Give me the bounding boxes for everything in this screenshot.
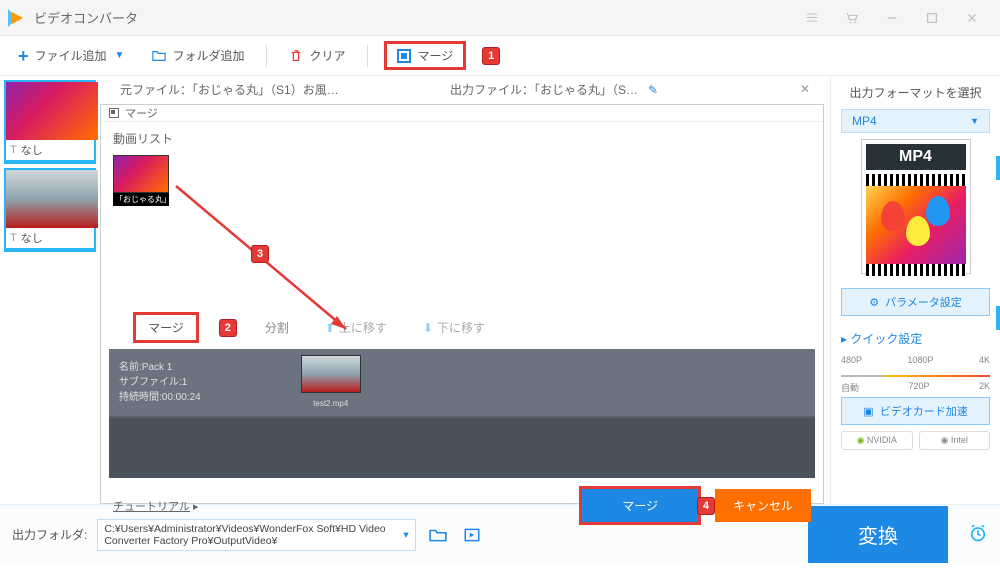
move-down-button[interactable]: ⬇下に移す: [415, 316, 493, 339]
add-folder-button[interactable]: フォルダ追加: [146, 43, 250, 68]
app-title: ビデオコンバータ: [34, 8, 138, 27]
annotation-badge-2: 2: [219, 319, 237, 337]
side-tab-indicator: [996, 156, 1000, 180]
format-dropdown[interactable]: MP4 ▼: [841, 109, 990, 133]
close-icon[interactable]: [952, 0, 992, 36]
video-name: 「おじゃる丸」: [113, 193, 169, 206]
down-icon: ⬇: [423, 321, 433, 335]
output-panel: 出力フォーマットを選択 MP4 ▼ MP4 ⚙ パラメータ設定 クイック設定 4…: [830, 76, 1000, 504]
pack-thumb-name: test2.mp4: [301, 398, 361, 410]
thumbnail-image: [113, 155, 169, 193]
clear-label: クリア: [309, 47, 345, 64]
add-file-label: ファイル追加: [35, 47, 107, 64]
thumbnail-image: [6, 82, 98, 140]
edit-icon[interactable]: ✎: [641, 83, 658, 97]
pack-thumb-item[interactable]: test2.mp4: [301, 355, 361, 410]
annotation-badge-4: 4: [697, 497, 715, 515]
add-file-button[interactable]: + ファイル追加 ▼: [12, 43, 130, 69]
pack-merge-label: マージ: [148, 319, 184, 336]
side-tab-indicator: [996, 306, 1000, 330]
pack-drop-zone[interactable]: [109, 418, 815, 478]
tutorial-link[interactable]: チュートリアル: [113, 498, 198, 514]
output-folder-label: 出力フォルダ:: [12, 526, 87, 543]
main-toolbar: + ファイル追加 ▼ フォルダ追加 クリア マージ 1: [0, 36, 1000, 76]
gpu-accel-button[interactable]: ▣ ビデオカード加速: [841, 397, 990, 425]
chip-icon: ▣: [863, 405, 873, 418]
film-strip-icon: [866, 264, 966, 276]
maximize-icon[interactable]: [912, 0, 952, 36]
merge-button[interactable]: マージ: [384, 41, 466, 70]
move-up-button[interactable]: ⬆上に移す: [317, 316, 395, 339]
gpu-nvidia-badge: ◉ NVIDIA: [841, 431, 913, 450]
file-info-header: 元ファイル：「おじゃる丸」（S1）お風… 出力ファイル：「おじゃる丸」（S… ✎…: [100, 76, 830, 102]
format-name: MP4: [852, 114, 877, 128]
pack-name: 名前:Pack 1: [119, 360, 201, 375]
quick-settings-heading: クイック設定: [841, 330, 990, 347]
pack-subfile: サブファイル:1: [119, 375, 201, 390]
dialog-icon: [109, 108, 119, 118]
close-icon[interactable]: ✕: [800, 82, 810, 96]
format-badge: MP4: [866, 144, 966, 170]
annotation-badge-3: 3: [251, 245, 269, 263]
quick-settings-section: クイック設定 480P 1080P 4K 自動 720P 2K: [841, 330, 990, 387]
menu-icon[interactable]: [792, 0, 832, 36]
video-list-heading: 動画リスト: [101, 122, 823, 155]
pack-toolbar: マージ 2 分割 ⬆上に移す ⬇下に移す: [101, 306, 823, 349]
subtitle-status: なし: [21, 230, 43, 246]
toolbar-divider: [367, 45, 368, 67]
subtitle-icon: T: [10, 232, 17, 244]
preview-image: [866, 186, 966, 264]
chevron-down-icon: ▼: [115, 50, 125, 61]
folder-icon: [152, 49, 166, 63]
film-strip-icon: [866, 174, 966, 186]
source-thumbnail-list: T なし T なし: [0, 76, 100, 504]
sliders-icon: ⚙: [869, 296, 879, 309]
pack-area: 名前:Pack 1 サブファイル:1 持続時間:00:00:24 test2.m…: [109, 349, 815, 478]
cart-icon[interactable]: [832, 0, 872, 36]
trash-icon: [289, 49, 303, 63]
merge-label: マージ: [417, 47, 453, 64]
minimize-icon[interactable]: [872, 0, 912, 36]
dialog-titlebar: マージ: [101, 105, 823, 122]
dialog-footer: チュートリアル マージ 4 キャンセル: [101, 478, 823, 533]
video-list: 「おじゃる丸」: [101, 155, 823, 206]
add-folder-label: フォルダ追加: [172, 47, 244, 64]
pack-info: 名前:Pack 1 サブファイル:1 持続時間:00:00:24: [119, 360, 201, 405]
chevron-down-icon: ▼: [970, 116, 979, 126]
merge-icon: [397, 49, 411, 63]
gpu-intel-badge: ◉ Intel: [919, 431, 991, 450]
quality-slider[interactable]: 480P 1080P 4K 自動 720P 2K: [841, 355, 990, 387]
pack-header[interactable]: 名前:Pack 1 サブファイル:1 持続時間:00:00:24 test2.m…: [109, 349, 815, 416]
split-button[interactable]: 分割: [257, 316, 297, 339]
thumbnail-image: [6, 170, 98, 228]
thumbnail-image: [301, 355, 361, 393]
title-bar: ビデオコンバータ: [0, 0, 1000, 36]
pack-merge-button[interactable]: マージ: [133, 312, 199, 343]
source-thumb-item[interactable]: T なし: [4, 168, 96, 252]
up-icon: ⬆: [325, 321, 335, 335]
alarm-icon[interactable]: [968, 523, 988, 546]
subtitle-status: なし: [21, 142, 43, 158]
format-heading: 出力フォーマットを選択: [841, 84, 990, 101]
format-preview-card[interactable]: MP4: [861, 139, 971, 274]
source-file-label: 元ファイル：「おじゃる丸」（S1）お風…: [120, 81, 410, 98]
annotation-badge-1: 1: [482, 47, 500, 65]
subtitle-icon: T: [10, 144, 17, 156]
gpu-vendor-list: ◉ NVIDIA ◉ Intel: [841, 431, 990, 450]
app-logo-icon: [8, 9, 26, 27]
merge-confirm-button[interactable]: マージ: [579, 486, 701, 525]
merge-dialog: マージ 動画リスト 「おじゃる丸」 3 マージ 2: [100, 104, 824, 504]
center-panel: 元ファイル：「おじゃる丸」（S1）お風… 出力ファイル：「おじゃる丸」（S… ✎…: [100, 76, 830, 504]
clear-button[interactable]: クリア: [283, 43, 351, 68]
convert-button[interactable]: 変換: [808, 506, 948, 563]
plus-icon: +: [18, 47, 29, 65]
output-file-label: 出力ファイル：「おじゃる丸」（S… ✎: [450, 81, 740, 98]
toolbar-divider: [266, 45, 267, 67]
video-list-item[interactable]: 「おじゃる丸」: [113, 155, 169, 206]
pack-duration: 持続時間:00:00:24: [119, 390, 201, 405]
source-thumb-item[interactable]: T なし: [4, 80, 96, 164]
dialog-title-text: マージ: [125, 105, 158, 121]
cancel-button[interactable]: キャンセル: [715, 489, 811, 522]
parameter-settings-button[interactable]: ⚙ パラメータ設定: [841, 288, 990, 316]
